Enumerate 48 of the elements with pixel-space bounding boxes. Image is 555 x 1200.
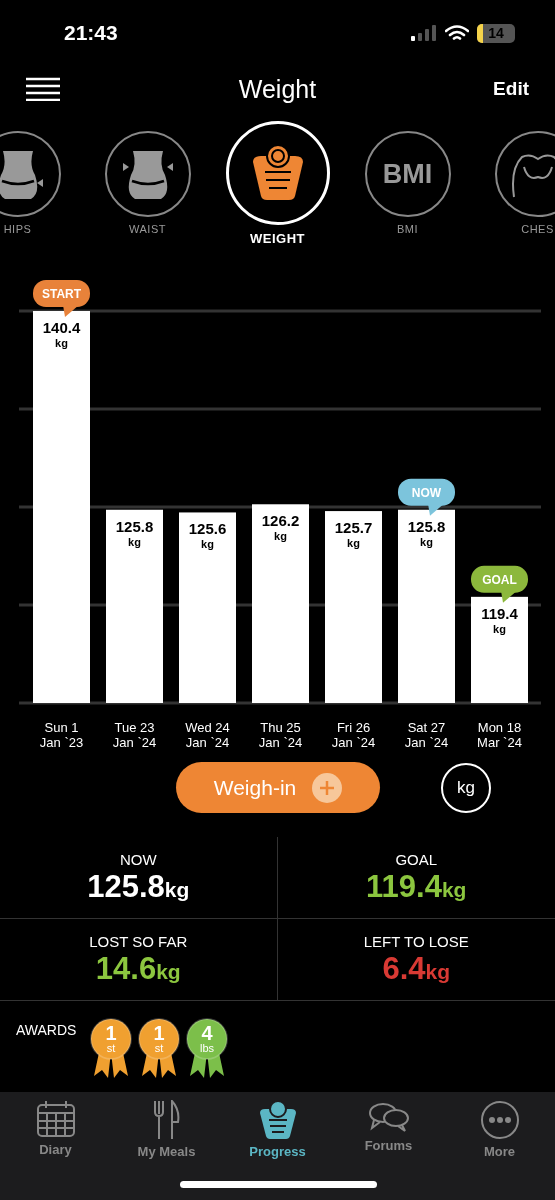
callout-label: GOAL [471, 565, 528, 603]
bar-value-label: 125.7 [334, 519, 373, 537]
bar-unit-label: kg [201, 538, 214, 551]
stat-value: 14.6kg [95, 950, 181, 987]
tab-bar-item[interactable]: More [444, 1092, 555, 1159]
bar-value-label: 125.8 [407, 517, 446, 535]
edit-button[interactable]: Edit [493, 78, 529, 100]
tab-bar-item[interactable]: Progress [222, 1092, 333, 1159]
bar-unit-label: kg [128, 535, 141, 548]
awards-label: AWARDS [16, 1022, 77, 1038]
bar-unit-label: kg [347, 537, 360, 550]
bar-value-label: 125.6 [188, 520, 227, 538]
stat-value: 119.4kg [366, 868, 467, 905]
tab-bar-item[interactable]: My Meals [111, 1092, 222, 1159]
status-time: 21:43 [64, 21, 118, 45]
measure-tab[interactable]: WAIST [82, 121, 213, 256]
stat-label: LOST SO FAR [89, 932, 188, 950]
measure-tab[interactable]: CHES [472, 121, 555, 256]
battery-icon: 14 [477, 23, 515, 43]
date-label: Wed 24 Jan `24 [184, 720, 231, 750]
date-label: Mon 18 Mar `24 [476, 720, 523, 750]
callout-label: START [33, 280, 90, 317]
bar-unit-label: kg [274, 530, 287, 543]
unit-toggle-button[interactable]: kg [441, 762, 491, 813]
measure-tab[interactable]: HIPS [0, 121, 83, 256]
measure-tab[interactable]: BMI BMI [342, 121, 473, 256]
tab-bar-item[interactable]: Forums [333, 1092, 444, 1159]
stat-value: 125.8kg [87, 868, 190, 905]
date-label: Sat 27 Jan `24 [403, 720, 450, 750]
bar-unit-label: kg [420, 535, 433, 548]
callout-label: NOW [398, 478, 455, 516]
date-label: Fri 26 Jan `24 [330, 720, 377, 750]
screen-title: Weight [238, 74, 317, 103]
date-label: Thu 25 Jan `24 [257, 720, 304, 750]
bar-unit-label: kg [55, 337, 68, 349]
date-label: Sun 1 Jan `23 [38, 720, 85, 750]
bmi-icon: BMI [382, 158, 433, 190]
stat-label: NOW [119, 850, 157, 868]
stat-label: GOAL [395, 850, 438, 868]
bar-value-label: 119.4 [481, 604, 518, 622]
bar-unit-label: kg [493, 622, 506, 635]
stat-value: 6.4kg [382, 950, 451, 987]
tab-bar-item[interactable]: Diary [0, 1092, 111, 1159]
bar-value-label: 126.2 [261, 512, 300, 530]
date-label: Tue 23 Jan `24 [111, 720, 158, 750]
stat-label: LEFT TO LOSE [363, 932, 469, 950]
bar-value-label: 140.4 [42, 319, 81, 336]
bar-value-label: 125.8 [115, 517, 154, 535]
